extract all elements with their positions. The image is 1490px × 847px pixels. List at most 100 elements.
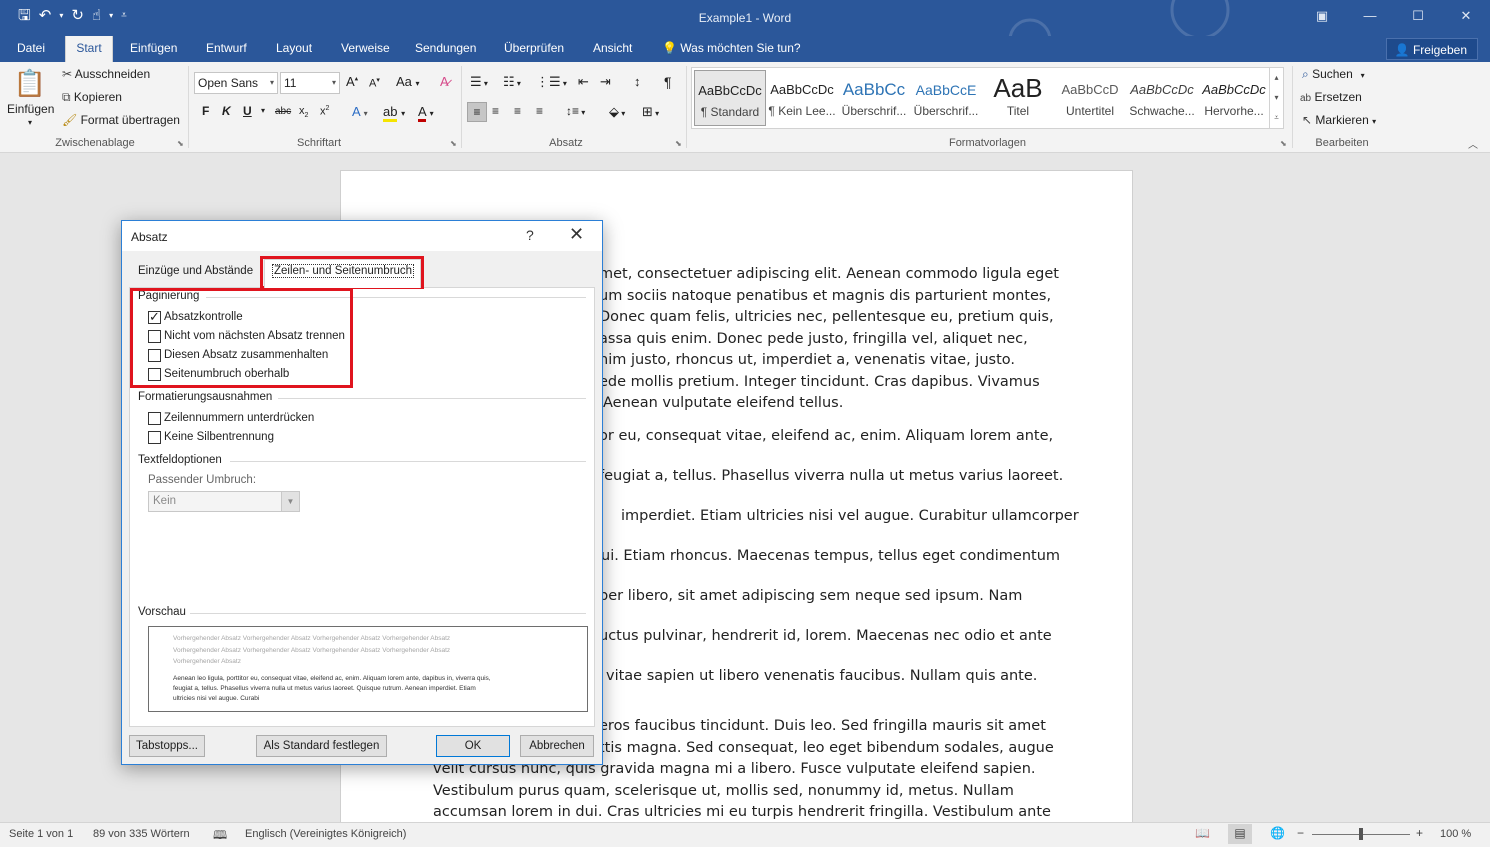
document-line[interactable]: per libero, sit amet adipiscing sem nequ…: [599, 588, 1022, 604]
cut-button[interactable]: ✂ Ausschneiden: [62, 67, 150, 81]
document-line[interactable]: vitae sapien ut libero venenatis faucibu…: [606, 668, 1037, 684]
zoom-level[interactable]: 100 %: [1440, 828, 1471, 840]
style-heading-1[interactable]: AaBbCc Überschrif...: [838, 70, 910, 126]
shading-icon[interactable]: ⬙ ▾: [609, 104, 625, 120]
font-color-icon[interactable]: A ▾: [418, 104, 434, 122]
document-line[interactable]: nim justo, rhoncus ut, imperdiet a, vene…: [599, 352, 1015, 368]
cancel-button[interactable]: Abbrechen: [520, 735, 594, 757]
share-button[interactable]: 👤 Freigeben: [1385, 38, 1478, 60]
tab-layout[interactable]: Layout: [276, 36, 312, 62]
bold-icon[interactable]: F: [202, 104, 209, 118]
minimize-icon[interactable]: —: [1346, 0, 1394, 32]
line-spacing-icon[interactable]: ↕≡ ▾: [566, 104, 585, 118]
tab-sendungen[interactable]: Sendungen: [415, 36, 476, 62]
zoom-in-icon[interactable]: +: [1416, 826, 1423, 840]
tab-entwurf[interactable]: Entwurf: [206, 36, 247, 62]
numbering-icon[interactable]: ☷ ▾: [503, 74, 521, 90]
font-launcher-icon[interactable]: ⬊: [450, 139, 457, 148]
document-line[interactable]: met, consectetuer adipiscing elit. Aenea…: [599, 266, 1059, 282]
style-no-spacing[interactable]: AaBbCcDc ¶ Kein Lee...: [766, 70, 838, 126]
page-count[interactable]: Seite 1 von 1: [9, 828, 73, 840]
copy-button[interactable]: ⧉ Kopieren: [62, 90, 122, 105]
document-line[interactable]: or eu, consequat vitae, eleifend ac, eni…: [599, 428, 1053, 444]
select-button[interactable]: ↖ Markieren ▾: [1302, 113, 1376, 127]
replace-button[interactable]: ab Ersetzen: [1300, 90, 1362, 104]
borders-icon[interactable]: ⊞ ▾: [642, 104, 659, 120]
paste-button[interactable]: 📋: [8, 68, 52, 99]
document-line[interactable]: accumsan lorem in dui. Cras ultricies mi…: [433, 804, 1051, 820]
style-standard[interactable]: AaBbCcDc ¶ Standard: [694, 70, 766, 126]
document-line[interactable]: ttis magna. Sed consequat, leo eget bibe…: [599, 740, 1054, 756]
tab-einfuegen[interactable]: Einfügen: [130, 36, 177, 62]
font-size-select[interactable]: 11 ▾: [280, 72, 340, 94]
italic-icon[interactable]: K: [222, 104, 231, 118]
decrease-indent-icon[interactable]: ⇤: [578, 74, 589, 90]
set-as-default-button[interactable]: Als Standard festlegen: [256, 735, 387, 757]
close-window-icon[interactable]: ✕: [1442, 0, 1490, 32]
zoom-out-icon[interactable]: −: [1297, 826, 1304, 840]
document-line[interactable]: imperdiet. Etiam ultricies nisi vel augu…: [621, 508, 1079, 524]
tab-start[interactable]: Start: [65, 36, 113, 62]
tab-indents-spacing[interactable]: Einzüge und Abstände: [138, 265, 253, 277]
style-emphasis[interactable]: AaBbCcDc Hervorhe...: [1198, 70, 1270, 126]
document-line[interactable]: Vestibulum purus quam, scelerisque ut, m…: [433, 783, 1014, 799]
zoom-slider-thumb[interactable]: [1359, 828, 1363, 840]
tab-datei[interactable]: Datei: [17, 36, 45, 62]
underline-icon[interactable]: U: [243, 104, 252, 118]
help-button[interactable]: ?: [526, 227, 534, 243]
font-family-select[interactable]: Open Sans ▾: [194, 72, 278, 94]
style-subtle-emphasis[interactable]: AaBbCcDc Schwache...: [1126, 70, 1198, 126]
ribbon-display-options-icon[interactable]: ▣: [1298, 0, 1346, 32]
tab-ueberpruefen[interactable]: Überprüfen: [504, 36, 564, 62]
shrink-font-icon[interactable]: A▾: [369, 76, 380, 90]
align-left-icon[interactable]: ≡: [467, 102, 487, 122]
tabs-button[interactable]: Tabstopps...: [129, 735, 205, 757]
suppress-line-numbers-label[interactable]: Zeilennummern unterdrücken: [164, 412, 314, 424]
paste-dropdown-icon[interactable]: ▾: [28, 118, 32, 127]
sort-icon[interactable]: ↕: [634, 74, 641, 89]
document-line[interactable]: eros faucibus tincidunt. Duis leo. Sed f…: [599, 718, 1046, 734]
find-button[interactable]: ⌕ Suchen ▾: [1302, 67, 1365, 82]
ok-button[interactable]: OK: [436, 735, 510, 757]
document-line[interactable]: Donec quam felis, ultricies nec, pellent…: [599, 309, 1054, 325]
tab-verweise[interactable]: Verweise: [341, 36, 390, 62]
text-effects-icon[interactable]: A ▾: [352, 104, 368, 119]
document-line[interactable]: feugiat a, tellus. Phasellus viverra nul…: [599, 468, 1063, 484]
tight-wrap-select[interactable]: Kein ▼: [148, 491, 300, 512]
multilevel-list-icon[interactable]: ⋮☰ ▾: [536, 74, 567, 90]
chevron-up-icon[interactable]: ▴: [1270, 68, 1283, 88]
collapse-ribbon-icon[interactable]: ︿: [1468, 136, 1478, 151]
tab-line-page-breaks[interactable]: Zeilen- und Seitenumbruch: [264, 259, 422, 288]
document-line[interactable]: Aenean vulputate eleifend tellus.: [603, 395, 843, 411]
clear-formatting-icon[interactable]: A̷: [440, 74, 449, 89]
strikethrough-icon[interactable]: abc: [275, 106, 291, 117]
align-right-icon[interactable]: ≡: [514, 104, 521, 118]
style-heading-2[interactable]: AaBbCcE Überschrif...: [910, 70, 982, 126]
chevron-down-icon[interactable]: ▾: [1270, 88, 1283, 108]
document-line[interactable]: assa quis enim. Donec pede justo, fringi…: [599, 331, 1028, 347]
no-hyphenation-checkbox[interactable]: [148, 431, 161, 444]
print-layout-icon[interactable]: ▤: [1228, 824, 1252, 844]
dialog-titlebar[interactable]: Absatz ? ✕: [122, 221, 602, 251]
show-formatting-marks-icon[interactable]: ¶: [664, 74, 672, 90]
document-line[interactable]: um sociis natoque penatibus et magnis di…: [599, 288, 1051, 304]
style-subtitle[interactable]: AaBbCcD Untertitel: [1054, 70, 1126, 126]
no-hyphenation-label[interactable]: Keine Silbentrennung: [164, 431, 274, 443]
grow-font-icon[interactable]: A▴: [346, 74, 358, 89]
paragraph-launcher-icon[interactable]: ⬊: [675, 139, 682, 148]
superscript-icon[interactable]: x2: [320, 105, 329, 118]
document-line[interactable]: uctus pulvinar, hendrerit id, lorem. Mae…: [599, 628, 1052, 644]
web-layout-icon[interactable]: 🌐: [1270, 826, 1285, 840]
document-line[interactable]: ede mollis pretium. Integer tincidunt. C…: [599, 374, 1040, 390]
maximize-icon[interactable]: ☐: [1394, 0, 1442, 32]
subscript-icon[interactable]: x2: [299, 105, 308, 119]
format-painter-button[interactable]: 🖌 Format übertragen: [62, 113, 180, 127]
highlight-icon[interactable]: ab ▾: [383, 104, 405, 122]
styles-launcher-icon[interactable]: ⬊: [1280, 139, 1287, 148]
gallery-scroll[interactable]: ▴ ▾ ⩡: [1269, 68, 1283, 128]
justify-icon[interactable]: ≡: [536, 104, 543, 118]
change-case-icon[interactable]: Aa ▾: [396, 74, 420, 89]
style-title[interactable]: AaB Titel: [982, 70, 1054, 126]
bullets-icon[interactable]: ☰ ▾: [470, 74, 488, 90]
align-center-icon[interactable]: ≡: [492, 104, 499, 118]
